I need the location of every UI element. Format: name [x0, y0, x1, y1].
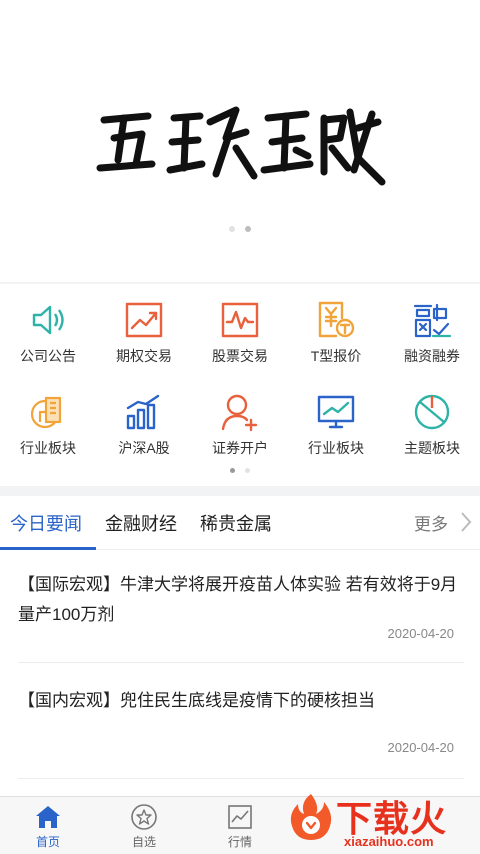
nav-label: 行情	[227, 835, 252, 849]
menu-item-theme-sector[interactable]: 主题板块	[384, 376, 480, 468]
calligraphy-logo	[96, 106, 386, 186]
menu-item-options-trading[interactable]: 期权交易	[96, 284, 192, 376]
watermark-url: xiazaihuo.com	[344, 834, 434, 849]
yuan-doc-icon	[318, 301, 355, 338]
page-dot-active[interactable]	[230, 468, 235, 473]
speaker-icon	[32, 305, 64, 335]
menu-item-label: 股票交易	[212, 348, 268, 364]
menu-item-open-account[interactable]: 证券开户	[192, 376, 288, 468]
trend-chart-icon	[125, 302, 163, 338]
watermark-logo: 下载火 xiazaihuo.com	[284, 790, 480, 854]
menu-item-t-quote[interactable]: T型报价	[288, 284, 384, 376]
home-icon	[36, 806, 60, 828]
menu-item-company-notice[interactable]: 公司公告	[0, 284, 96, 376]
nav-watchlist[interactable]: 自选	[96, 797, 192, 854]
menu-item-label: 融资融券	[404, 348, 460, 364]
news-tabs: 今日要闻 金融财经 稀贵金属 更多	[0, 496, 480, 550]
divider	[18, 778, 464, 779]
tab-precious-metals[interactable]: 稀贵金属	[200, 510, 272, 536]
finance-char-icon	[413, 303, 452, 338]
stock-chart-icon	[221, 302, 259, 338]
pie-icon	[414, 394, 450, 430]
market-chart-icon	[228, 805, 252, 829]
monitor-chart-icon	[317, 395, 355, 429]
banner-pagination	[0, 226, 480, 232]
article-title: 【国际宏观】牛津大学将展开疫苗人体实验 若有效将于9月量产100万剂	[18, 575, 458, 624]
nav-label: 自选	[131, 835, 156, 849]
more-link[interactable]: 更多	[414, 510, 448, 535]
menu-item-hs-a-shares[interactable]: 沪深A股	[96, 376, 192, 468]
article-date: 2020-04-20	[387, 626, 455, 641]
menu-item-label: 行业板块	[20, 440, 76, 456]
menu-item-label: T型报价	[310, 348, 362, 364]
news-section: 今日要闻 金融财经 稀贵金属 更多 【国际宏观】牛津大学将展开疫苗人体实验 若有…	[0, 496, 480, 796]
page-dot-active[interactable]	[245, 226, 251, 232]
divider	[18, 662, 464, 663]
menu-pagination	[0, 468, 480, 473]
tab-today-news[interactable]: 今日要闻	[10, 510, 82, 536]
coin-building-icon	[30, 396, 62, 429]
nav-label: 首页	[35, 835, 60, 849]
news-article[interactable]: 【国际宏观】牛津大学将展开疫苗人体实验 若有效将于9月量产100万剂	[18, 570, 464, 630]
page-dot[interactable]	[229, 226, 235, 232]
active-tab-indicator	[0, 547, 96, 550]
add-user-icon	[221, 394, 258, 432]
article-meta: 2020-04-20	[18, 624, 464, 644]
banner-carousel[interactable]	[0, 0, 480, 282]
article-meta: 2020-04-20	[18, 738, 464, 758]
chevron-right-icon[interactable]	[460, 510, 472, 534]
menu-item-label: 沪深A股	[118, 440, 170, 456]
menu-item-industry-sector-2[interactable]: 行业板块	[288, 376, 384, 468]
menu-item-label: 主题板块	[404, 440, 460, 456]
nav-market[interactable]: 行情	[192, 797, 288, 854]
bar-chart-icon	[126, 394, 160, 430]
tab-finance[interactable]: 金融财经	[105, 510, 177, 536]
flame-logo-icon	[290, 794, 332, 840]
news-article[interactable]: 【国内宏观】兜住民生底线是疫情下的硬核担当	[18, 686, 464, 716]
article-date: 2020-04-20	[387, 740, 455, 755]
menu-item-label: 证券开户	[212, 440, 268, 456]
menu-item-label: 行业板块	[308, 440, 364, 456]
menu-item-industry-sector[interactable]: 行业板块	[0, 376, 96, 468]
nav-home[interactable]: 首页	[0, 797, 96, 854]
menu-item-margin-trading[interactable]: 融资融券	[384, 284, 480, 376]
article-title: 【国内宏观】兜住民生底线是疫情下的硬核担当	[18, 691, 375, 710]
menu-item-label: 期权交易	[116, 348, 172, 364]
star-icon	[131, 804, 157, 830]
page-dot[interactable]	[245, 468, 250, 473]
menu-item-stock-trading[interactable]: 股票交易	[192, 284, 288, 376]
menu-item-label: 公司公告	[20, 348, 76, 364]
quick-menu-grid: 公司公告 期权交易 股票交易 T型报价 融资融券 行业板块 沪深A股 证券开户 …	[0, 284, 480, 486]
